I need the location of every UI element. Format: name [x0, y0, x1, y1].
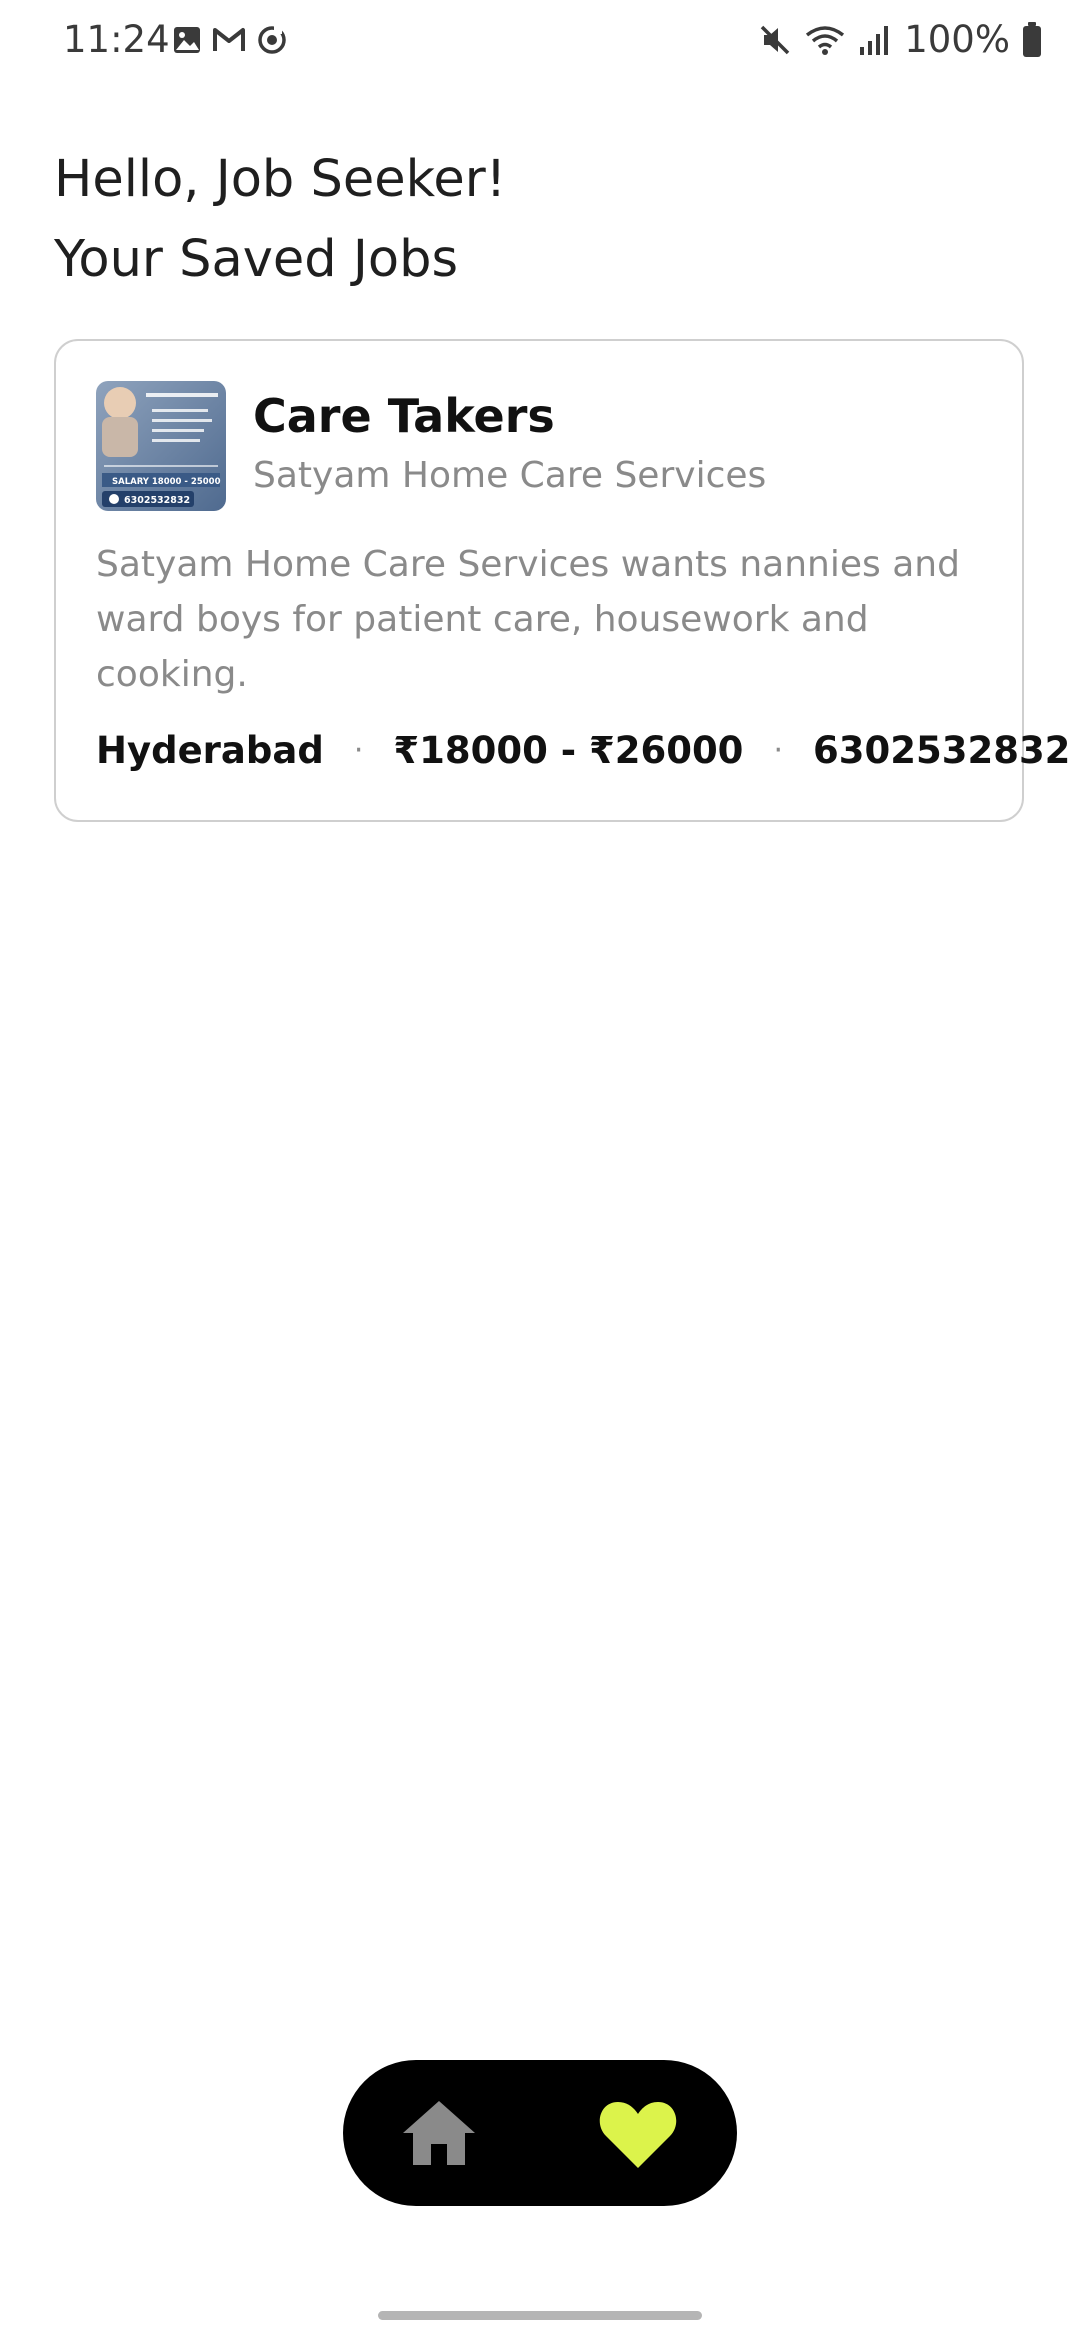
gallery-icon	[174, 27, 200, 53]
thumbnail-salary: SALARY 18000 - 25000	[112, 477, 221, 487]
status-time: 11:24	[63, 18, 170, 61]
battery-icon	[1023, 21, 1041, 57]
job-salary: ₹18000 - ₹26000	[393, 729, 744, 772]
page-title: Your Saved Jobs	[54, 230, 459, 289]
thumbnail-phone: 6302532832	[124, 495, 190, 506]
gmail-icon	[213, 28, 245, 51]
greeting-title: Hello, Job Seeker!	[54, 150, 507, 209]
job-company: Satyam Home Care Services	[253, 455, 767, 496]
status-left-icons	[172, 24, 288, 56]
status-right-icons: 100%	[758, 18, 1042, 61]
greeting-block: Hello, Job Seeker! Your Saved Jobs	[54, 140, 506, 300]
job-card[interactable]: SALARY 18000 - 25000 6302532832 Care Tak…	[54, 339, 1070, 822]
job-description: Satyam Home Care Services wants nannies …	[96, 544, 960, 695]
meta-separator: ·	[773, 733, 783, 768]
home-icon	[403, 2101, 475, 2165]
battery-percent: 100%	[904, 18, 1010, 61]
mute-icon	[760, 25, 790, 54]
job-thumbnail: SALARY 18000 - 25000 6302532832	[96, 381, 226, 511]
meta-separator: ·	[353, 733, 364, 768]
job-phone[interactable]: 6302532832	[813, 729, 1070, 772]
job-meta: Hyderabad · ₹18000 - ₹26000 · 6302532832	[96, 729, 1070, 772]
home-indicator[interactable]	[378, 2311, 702, 2320]
wifi-icon	[806, 25, 845, 55]
heart-icon	[599, 2102, 677, 2168]
status-bar: 11:24 100%	[0, 0, 1080, 80]
nav-saved-button[interactable]	[598, 2098, 678, 2170]
signal-icon	[860, 25, 889, 55]
nav-home-button[interactable]	[401, 2098, 477, 2168]
sync-icon	[258, 26, 286, 54]
job-title: Care Takers	[253, 389, 555, 443]
job-location: Hyderabad	[96, 729, 324, 772]
bottom-nav	[343, 2060, 737, 2206]
